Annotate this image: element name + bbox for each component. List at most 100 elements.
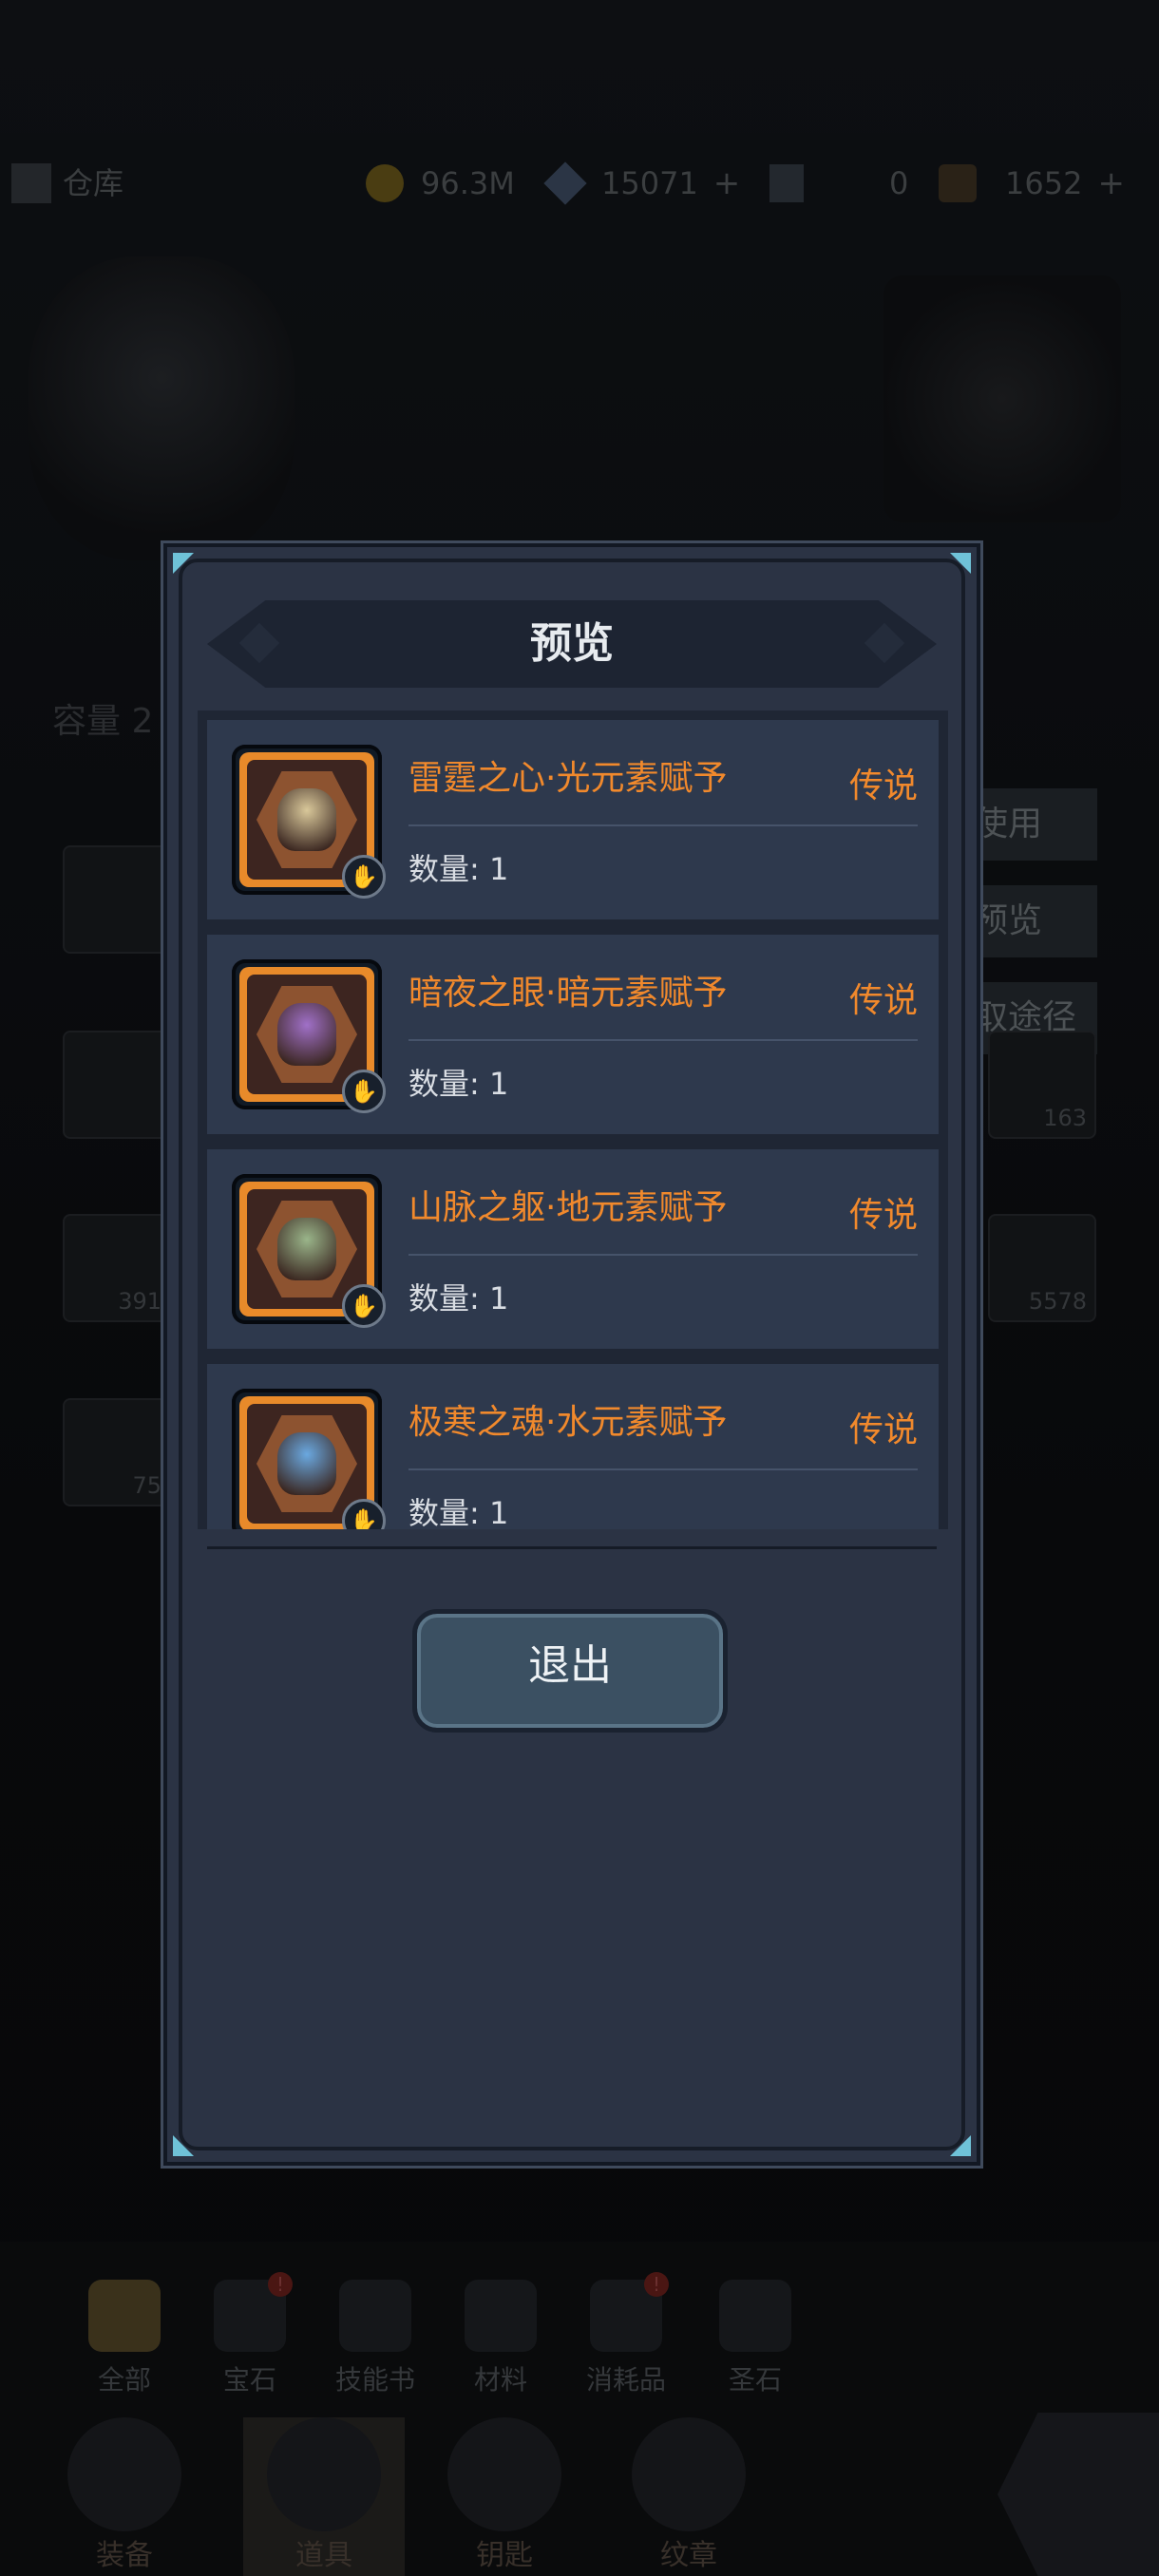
slot-count: 163 <box>1043 1105 1087 1131</box>
token-icon <box>939 164 977 202</box>
gold-coin-icon <box>366 164 404 202</box>
notification-badge: ! <box>644 2272 669 2297</box>
hexagon-emblem-icon <box>256 1415 357 1512</box>
nav-label: 纹章 <box>660 2539 717 2572</box>
list-item[interactable]: ✋ 暗夜之眼·暗元素赋予 传说数量: 1 <box>207 935 939 1134</box>
inventory-slot[interactable]: 5578 <box>988 1214 1096 1322</box>
nav-emblems[interactable]: 纹章 <box>608 2417 770 2576</box>
tab-holy-stones[interactable]: 圣石 <box>694 2280 817 2397</box>
holy-stone-icon <box>719 2280 791 2352</box>
inventory-slot[interactable] <box>63 845 171 954</box>
gold-counter: 96.3M <box>366 160 515 207</box>
item-icon-frame[interactable]: ✋ <box>232 1174 386 1328</box>
diamond-icon <box>543 161 587 205</box>
item-name: 山脉之躯·地元素赋予 <box>408 1188 728 1227</box>
item-quantity: 数量: 1 <box>408 851 509 887</box>
tab-materials[interactable]: 材料 <box>439 2280 562 2397</box>
all-icon <box>88 2280 161 2352</box>
item-rarity: 传说 <box>848 1196 918 1235</box>
book-icon <box>339 2280 411 2352</box>
tab-all[interactable]: 全部 <box>63 2280 186 2397</box>
inventory-slot[interactable]: 163 <box>988 1031 1096 1139</box>
stamina-icon <box>770 164 804 202</box>
item-name: 极寒之魂·水元素赋予 <box>408 1403 728 1442</box>
hand-icon: ✋ <box>342 855 386 899</box>
items-icon <box>267 2417 381 2531</box>
list-item[interactable]: ✋ 雷霆之心·光元素赋予 传说 数量: 1 <box>207 720 939 919</box>
armor-art-icon <box>277 788 336 851</box>
dialog-title-bar: 预览 <box>207 600 937 688</box>
item-icon-frame[interactable]: ✋ <box>232 959 386 1113</box>
list-item[interactable]: ✋ 山脉之躯·地元素赋予 传说数量: 1 <box>207 1149 939 1349</box>
tab-skill-books[interactable]: 技能书 <box>314 2280 437 2397</box>
tab-label: 技能书 <box>334 2364 415 2396</box>
nav-label: 道具 <box>295 2539 352 2572</box>
tab-gems[interactable]: ! 宝石 <box>188 2272 312 2397</box>
item-rarity: 传说 <box>848 1411 918 1449</box>
diamond-counter: 15071 + <box>543 160 741 207</box>
diamond-value: 15071 <box>601 165 698 201</box>
corner-ornament <box>950 553 971 574</box>
armor-art-icon <box>277 1003 336 1066</box>
token-value: 1652 <box>1005 165 1083 201</box>
slot-count: 391 <box>118 1288 162 1315</box>
nav-items[interactable]: 道具 <box>243 2417 405 2576</box>
hand-icon: ✋ <box>342 1499 386 1529</box>
tab-consumables[interactable]: ! 消耗品 <box>564 2272 688 2397</box>
item-quantity: 数量: 1 <box>408 1066 509 1102</box>
row-divider <box>408 1468 918 1470</box>
item-quantity: 数量: 1 <box>408 1280 509 1316</box>
warehouse-icon <box>11 163 51 203</box>
hexagon-emblem-icon <box>256 771 357 868</box>
exit-button[interactable]: 退出 <box>412 1609 728 1733</box>
corner-ornament <box>173 553 194 574</box>
nav-keys[interactable]: 钥匙 <box>424 2417 585 2576</box>
item-icon-frame[interactable]: ✋ <box>232 745 386 899</box>
preview-dialog: 预览 ✋ 雷霆之心·光元素赋予 传说 数量: 1 ✋ 暗夜之眼·暗元素赋予 传说 数量: 1 ✋… <box>163 543 980 2166</box>
armor-art-icon <box>277 1432 336 1495</box>
armor-art-icon <box>277 1218 336 1280</box>
emblem-icon <box>632 2417 746 2531</box>
item-showcase <box>884 275 1121 522</box>
add-diamond-button[interactable]: + <box>713 160 741 207</box>
inventory-slot[interactable] <box>63 1031 171 1139</box>
warehouse-title: 仓库 <box>11 160 124 207</box>
dialog-title: 预览 <box>530 619 614 668</box>
stamina-counter: 0 <box>770 160 908 207</box>
gold-value: 96.3M <box>421 165 515 201</box>
slot-count: 75 <box>132 1472 162 1499</box>
top-resource-bar: 仓库 96.3M 15071 + 0 1652 + <box>0 133 1159 237</box>
item-rarity: 传说 <box>848 981 918 1020</box>
add-token-button[interactable]: + <box>1097 160 1125 207</box>
capacity-label: 容量 2 <box>52 702 154 741</box>
notification-badge: ! <box>268 2272 293 2297</box>
nav-label: 装备 <box>96 2539 153 2572</box>
hexagon-emblem-icon <box>256 1201 357 1297</box>
divider <box>207 1546 937 1549</box>
inventory-slot[interactable]: 75 <box>63 1398 171 1506</box>
tab-label: 宝石 <box>222 2364 276 2396</box>
item-quantity: 数量: 1 <box>408 1495 509 1529</box>
list-item[interactable]: ✋ 极寒之魂·水元素赋予 传说数量: 1 <box>207 1364 939 1529</box>
nav-equipment[interactable]: 装备 <box>44 2417 205 2576</box>
tab-label: 消耗品 <box>585 2364 666 2396</box>
corner-ornament <box>950 2135 971 2156</box>
material-icon <box>465 2280 537 2352</box>
preview-item-list[interactable]: ✋ 雷霆之心·光元素赋予 传说 数量: 1 ✋ 暗夜之眼·暗元素赋予 传说 数量: 1 ✋ 山脉之… <box>198 710 948 1529</box>
hand-icon: ✋ <box>342 1070 386 1113</box>
corner-ornament <box>173 2135 194 2156</box>
inventory-slot[interactable]: 391 <box>63 1214 171 1322</box>
tab-label: 全部 <box>97 2364 151 2396</box>
nav-label: 钥匙 <box>476 2539 533 2572</box>
stamina-value: 0 <box>889 165 909 201</box>
item-name: 暗夜之眼·暗元素赋予 <box>408 974 728 1013</box>
item-name: 雷霆之心·光元素赋予 <box>408 759 728 798</box>
item-icon-frame[interactable]: ✋ <box>232 1389 386 1529</box>
warehouse-label: 仓库 <box>63 165 124 201</box>
token-counter: 1652 + <box>939 160 1125 207</box>
tab-label: 材料 <box>473 2364 527 2396</box>
tab-label: 圣石 <box>728 2364 782 2396</box>
hero-portrait <box>28 256 294 560</box>
row-divider <box>408 1254 918 1256</box>
slot-count: 5578 <box>1028 1288 1087 1315</box>
